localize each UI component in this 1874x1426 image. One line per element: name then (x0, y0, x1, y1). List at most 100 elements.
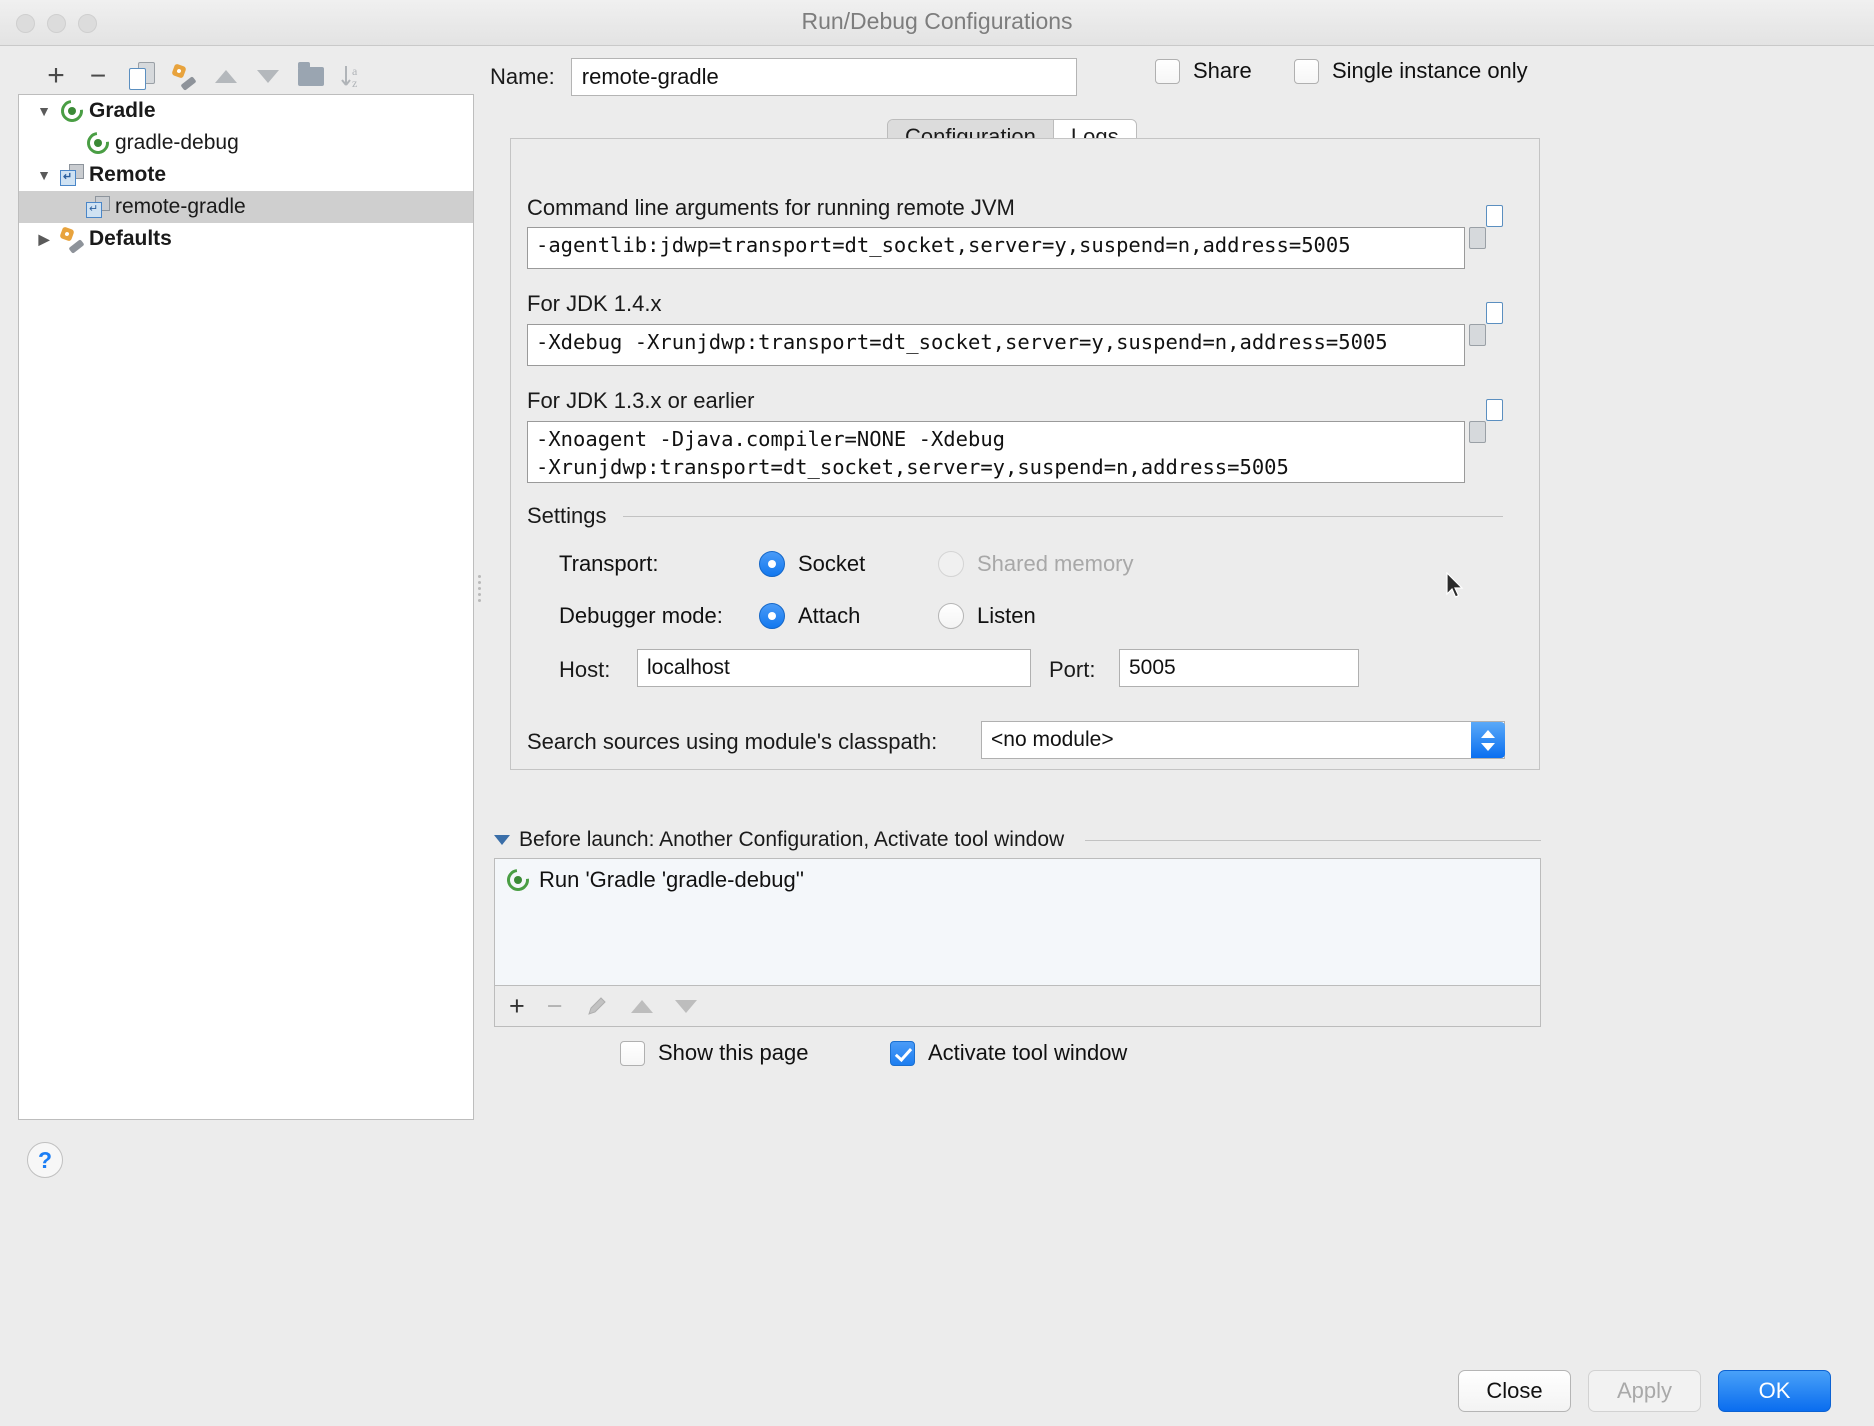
ok-button[interactable]: OK (1718, 1370, 1831, 1412)
move-task-down-button (675, 1000, 697, 1013)
debugger-mode-label: Debugger mode: (559, 603, 759, 629)
pencil-icon (585, 994, 609, 1018)
move-task-up-button (631, 1000, 653, 1013)
gradle-icon (83, 132, 113, 154)
port-label: Port: (1049, 657, 1095, 683)
before-launch-toolbar: + − (494, 985, 1541, 1027)
host-label: Host: (559, 657, 610, 683)
before-launch-task-list[interactable]: Run 'Gradle 'gradle-debug'' (494, 858, 1541, 985)
tree-node-label: Remote (87, 163, 166, 187)
classpath-label: Search sources using module's classpath: (527, 729, 937, 755)
remote-icon: ↵ (57, 164, 87, 186)
tree-node-label: Defaults (87, 227, 172, 251)
tree-node-remote-gradle[interactable]: ↵ remote-gradle (19, 191, 473, 223)
wrench-icon (57, 228, 87, 250)
transport-row: Transport: Socket Shared memory (559, 551, 1134, 577)
copy-configuration-button[interactable] (122, 56, 162, 96)
wrench-icon (172, 65, 196, 87)
triangle-down-icon (675, 1000, 697, 1013)
chevron-right-icon[interactable]: ▶ (31, 231, 57, 248)
tree-node-remote[interactable]: ▼ ↵ Remote (19, 159, 473, 191)
classpath-combo-stepper[interactable] (1471, 722, 1505, 758)
before-launch-title: Before launch: Another Configuration, Ac… (519, 828, 1064, 852)
classpath-combo[interactable]: <no module> (981, 721, 1505, 759)
host-input[interactable] (637, 649, 1031, 687)
jdk14-label: For JDK 1.4.x (527, 291, 661, 317)
move-up-button[interactable] (206, 56, 246, 96)
tree-node-label: gradle-debug (113, 131, 239, 155)
folder-icon (298, 67, 324, 86)
tree-node-gradle-debug[interactable]: gradle-debug (19, 127, 473, 159)
before-launch-divider (1085, 840, 1541, 841)
configuration-panel: Command line arguments for running remot… (510, 138, 1540, 770)
edit-defaults-button[interactable] (164, 56, 204, 96)
single-instance-checkbox-row[interactable]: Single instance only (1294, 58, 1528, 84)
sort-az-icon: a z (339, 62, 365, 90)
single-instance-checkbox[interactable] (1294, 59, 1319, 84)
remove-configuration-button[interactable]: − (78, 56, 118, 96)
gradle-icon (57, 100, 87, 122)
transport-label: Transport: (559, 551, 759, 577)
debugger-mode-attach-label: Attach (798, 603, 938, 629)
mouse-cursor (1446, 572, 1464, 600)
activate-tool-window-label: Activate tool window (928, 1040, 1127, 1066)
single-instance-label: Single instance only (1332, 58, 1528, 84)
create-folder-button[interactable] (291, 56, 331, 96)
list-item[interactable]: Run 'Gradle 'gradle-debug'' (495, 859, 1540, 901)
triangle-up-icon (631, 1000, 653, 1013)
debugger-mode-attach-radio[interactable] (759, 603, 785, 629)
show-this-page-row[interactable]: Show this page (620, 1040, 808, 1066)
name-input[interactable] (571, 58, 1077, 96)
before-launch-header[interactable]: Before launch: Another Configuration, Ac… (494, 828, 1064, 852)
cmdline-args-label: Command line arguments for running remot… (527, 195, 1015, 221)
panel-splitter-handle[interactable] (476, 572, 482, 598)
copy-cmdline-button[interactable] (1486, 227, 1516, 259)
configurations-toolbar: + − a z (16, 56, 466, 98)
show-this-page-label: Show this page (658, 1040, 808, 1066)
apply-button: Apply (1588, 1370, 1701, 1412)
help-button[interactable]: ? (27, 1142, 63, 1178)
move-down-button[interactable] (248, 56, 288, 96)
triangle-down-icon[interactable] (494, 835, 510, 845)
add-configuration-button[interactable]: + (36, 56, 76, 96)
remove-task-button: − (547, 993, 563, 1020)
chevron-down-icon[interactable]: ▼ (31, 103, 57, 119)
tree-node-label: Gradle (87, 99, 156, 123)
jdk13-input[interactable]: -Xnoagent -Djava.compiler=NONE -Xdebug -… (527, 421, 1465, 483)
sort-alphabetically-button[interactable]: a z (332, 56, 372, 96)
add-task-button[interactable]: + (509, 993, 525, 1020)
debugger-mode-listen-radio[interactable] (938, 603, 964, 629)
tree-node-gradle[interactable]: ▼ Gradle (19, 95, 473, 127)
chevron-down-icon[interactable]: ▼ (31, 167, 57, 183)
transport-socket-label: Socket (798, 551, 938, 577)
share-checkbox-row[interactable]: Share (1155, 58, 1252, 84)
cmdline-args-input[interactable]: -agentlib:jdwp=transport=dt_socket,serve… (527, 227, 1465, 269)
close-button[interactable]: Close (1458, 1370, 1571, 1412)
jdk14-input[interactable]: -Xdebug -Xrunjdwp:transport=dt_socket,se… (527, 324, 1465, 366)
copy-jdk14-button[interactable] (1486, 324, 1516, 356)
name-label: Name: (490, 64, 555, 90)
transport-shared-memory-radio (938, 551, 964, 577)
activate-tool-window-checkbox[interactable] (890, 1041, 915, 1066)
classpath-combo-value: <no module> (991, 728, 1114, 752)
share-checkbox[interactable] (1155, 59, 1180, 84)
activate-tool-window-row[interactable]: Activate tool window (890, 1040, 1127, 1066)
window-title: Run/Debug Configurations (0, 8, 1874, 35)
configuration-name-row: Name: (490, 58, 1077, 96)
settings-group-divider (623, 516, 1503, 517)
transport-shared-memory-label: Shared memory (977, 551, 1134, 577)
copy-jdk13-button[interactable] (1486, 421, 1516, 453)
svg-text:z: z (352, 76, 357, 90)
remote-icon: ↵ (83, 196, 113, 218)
tree-node-defaults[interactable]: ▶ Defaults (19, 223, 473, 255)
chevron-up-icon (1481, 730, 1495, 738)
settings-group-label: Settings (527, 503, 617, 529)
configurations-tree[interactable]: ▼ Gradle gradle-debug ▼ ↵ Remote ↵ remot… (18, 94, 474, 1120)
transport-socket-radio[interactable] (759, 551, 785, 577)
triangle-up-icon (215, 70, 237, 83)
chevron-down-icon (1481, 743, 1495, 751)
show-this-page-checkbox[interactable] (620, 1041, 645, 1066)
window-title-bar: Run/Debug Configurations (0, 0, 1874, 46)
port-input[interactable] (1119, 649, 1359, 687)
jdk13-label: For JDK 1.3.x or earlier (527, 388, 754, 414)
